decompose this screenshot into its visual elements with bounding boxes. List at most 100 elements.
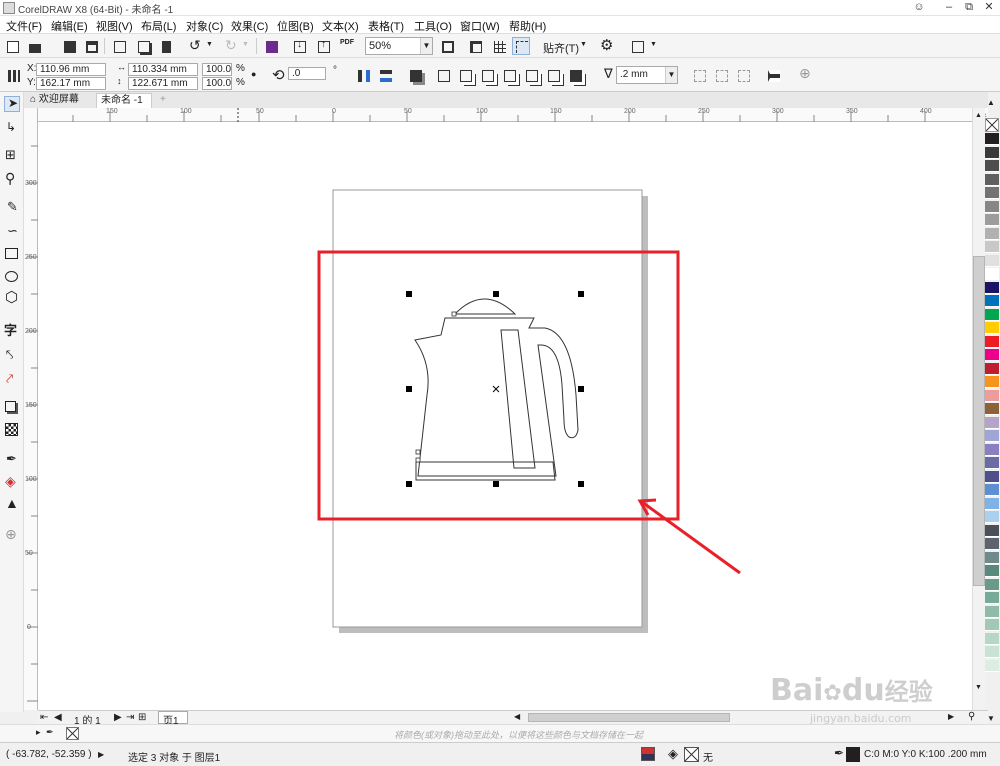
color-swatch[interactable]	[985, 605, 999, 618]
palette-scroll-down[interactable]: ▼	[987, 714, 995, 723]
color-swatch[interactable]	[985, 524, 999, 537]
menu-text[interactable]: 文本(X)	[322, 18, 359, 34]
color-swatch[interactable]	[985, 511, 999, 523]
x-position-field[interactable]: 110.96 mm	[36, 63, 106, 76]
color-swatch[interactable]	[985, 484, 999, 496]
trim-button[interactable]	[478, 66, 496, 84]
full-screen-button[interactable]	[438, 37, 456, 55]
horizontal-scroll-thumb[interactable]	[528, 713, 730, 722]
color-swatch[interactable]	[985, 578, 999, 591]
import-button[interactable]: ↓	[290, 37, 308, 55]
color-swatch[interactable]	[985, 322, 999, 334]
add-tool-button[interactable]: ⊕	[4, 526, 20, 544]
quick-trace-button[interactable]	[734, 66, 752, 84]
color-swatch[interactable]	[985, 430, 999, 442]
color-swatch[interactable]	[985, 133, 999, 145]
lock-ratio-icon[interactable]: ●	[251, 69, 256, 79]
intersect-button[interactable]	[500, 66, 518, 84]
color-swatch[interactable]	[985, 295, 999, 307]
color-swatch[interactable]	[985, 349, 999, 361]
vertical-scrollbar[interactable]: ▲ ▼	[972, 108, 985, 710]
convert-to-curves-button[interactable]	[690, 66, 708, 84]
add-button[interactable]: ⊕	[796, 65, 814, 84]
tab-untitled-1[interactable]: 未命名 -1	[96, 93, 152, 108]
rotation-angle-field[interactable]: .0	[288, 67, 326, 80]
text-tool[interactable]: 字	[4, 320, 20, 338]
vertical-scroll-thumb[interactable]	[973, 256, 985, 586]
artistic-media-tool[interactable]: ∽	[4, 223, 20, 240]
drop-shadow-tool[interactable]	[4, 400, 20, 416]
redo-button[interactable]: ↻	[222, 37, 240, 55]
no-color-swatch[interactable]	[985, 118, 999, 132]
copy-button[interactable]	[134, 37, 152, 55]
color-swatch[interactable]	[985, 268, 999, 280]
menu-layout[interactable]: 布局(L)	[141, 18, 176, 34]
tab-welcome-screen[interactable]: ⌂ 欢迎屏幕	[26, 93, 94, 108]
color-proof-icon[interactable]	[641, 747, 655, 761]
smart-fill-tool[interactable]: ▲	[4, 495, 20, 513]
menu-effects[interactable]: 效果(C)	[231, 18, 268, 34]
color-swatch[interactable]	[985, 308, 999, 321]
horizontal-ruler[interactable]: 150 100 50 0 50 100 150 200 250 300 350 …	[38, 108, 988, 122]
color-swatch[interactable]	[985, 227, 999, 240]
color-swatch[interactable]	[985, 187, 999, 199]
publish-pdf-button[interactable]: PDF	[338, 37, 356, 55]
outline-color-swatch[interactable]	[846, 747, 860, 762]
show-grid-button[interactable]	[490, 37, 508, 55]
color-swatch[interactable]	[985, 457, 999, 469]
snap-to-dropdown[interactable]: 贴齐(T)	[543, 40, 579, 56]
simplify-button[interactable]	[522, 66, 540, 84]
menu-file[interactable]: 文件(F)	[6, 18, 42, 34]
previous-page-button[interactable]: ◀	[54, 712, 62, 723]
no-color-swatch[interactable]	[66, 727, 79, 740]
interactive-fill-tool[interactable]: ◈	[4, 473, 20, 491]
last-page-button[interactable]: ⇥	[126, 712, 134, 723]
vertical-ruler[interactable]: 300 250 200 150 100 50 0	[24, 108, 38, 710]
freehand-tool[interactable]: ✎	[4, 199, 20, 216]
palette-scroll-up[interactable]: ▲	[987, 98, 995, 107]
chevron-down-icon[interactable]: ▼	[580, 41, 587, 48]
zoom-icon[interactable]: ⚲	[968, 711, 975, 722]
scroll-right-button[interactable]: ▶	[948, 712, 954, 721]
menu-bitmap[interactable]: 位图(B)	[277, 18, 314, 34]
menu-edit[interactable]: 编辑(E)	[51, 18, 88, 34]
close-button[interactable]: ✕	[976, 0, 1000, 16]
corel-connect-button[interactable]	[262, 37, 280, 55]
align-distribute-button[interactable]	[764, 66, 782, 84]
rectangle-tool[interactable]	[4, 246, 20, 262]
color-swatch[interactable]	[985, 565, 999, 577]
color-swatch[interactable]	[985, 146, 999, 159]
menu-view[interactable]: 视图(V)	[96, 18, 133, 34]
color-swatch[interactable]	[985, 659, 999, 672]
menu-object[interactable]: 对象(C)	[186, 18, 223, 34]
chevron-down-icon[interactable]: ▼	[650, 41, 657, 48]
paste-button[interactable]	[158, 37, 176, 55]
scroll-down-button[interactable]: ▼	[975, 684, 983, 691]
menu-tools[interactable]: 工具(O)	[414, 18, 452, 34]
color-swatch[interactable]	[985, 443, 999, 456]
y-position-field[interactable]: 162.17 mm	[36, 77, 106, 90]
undo-button[interactable]: ↺	[186, 37, 204, 55]
redo-dropdown[interactable]: ▼	[240, 37, 250, 55]
scale-height-field[interactable]: 100.0	[202, 77, 232, 90]
color-swatch[interactable]	[985, 551, 999, 564]
shape-tool[interactable]: ↳	[4, 120, 20, 136]
scale-width-field[interactable]: 100.0	[202, 63, 232, 76]
show-guidelines-button[interactable]	[512, 37, 530, 55]
new-document-button[interactable]	[3, 37, 21, 55]
next-page-button[interactable]: ▶	[114, 712, 122, 723]
chevron-down-icon[interactable]: ▼	[420, 38, 432, 54]
parallel-dimension-tool[interactable]: ⤣	[4, 347, 20, 364]
color-swatch[interactable]	[985, 646, 999, 658]
fill-swatch-none[interactable]	[684, 747, 699, 762]
page-tab-1[interactable]: 页1	[158, 711, 188, 727]
combine-button[interactable]	[434, 66, 452, 84]
show-rulers-button[interactable]	[466, 37, 484, 55]
height-field[interactable]: 122.671 mm	[128, 77, 198, 90]
ellipse-tool[interactable]	[4, 269, 20, 285]
color-swatch[interactable]	[985, 619, 999, 631]
weld-button[interactable]	[456, 66, 474, 84]
color-swatch[interactable]	[985, 538, 999, 550]
color-swatch[interactable]	[985, 416, 999, 429]
color-swatch[interactable]	[985, 362, 999, 375]
